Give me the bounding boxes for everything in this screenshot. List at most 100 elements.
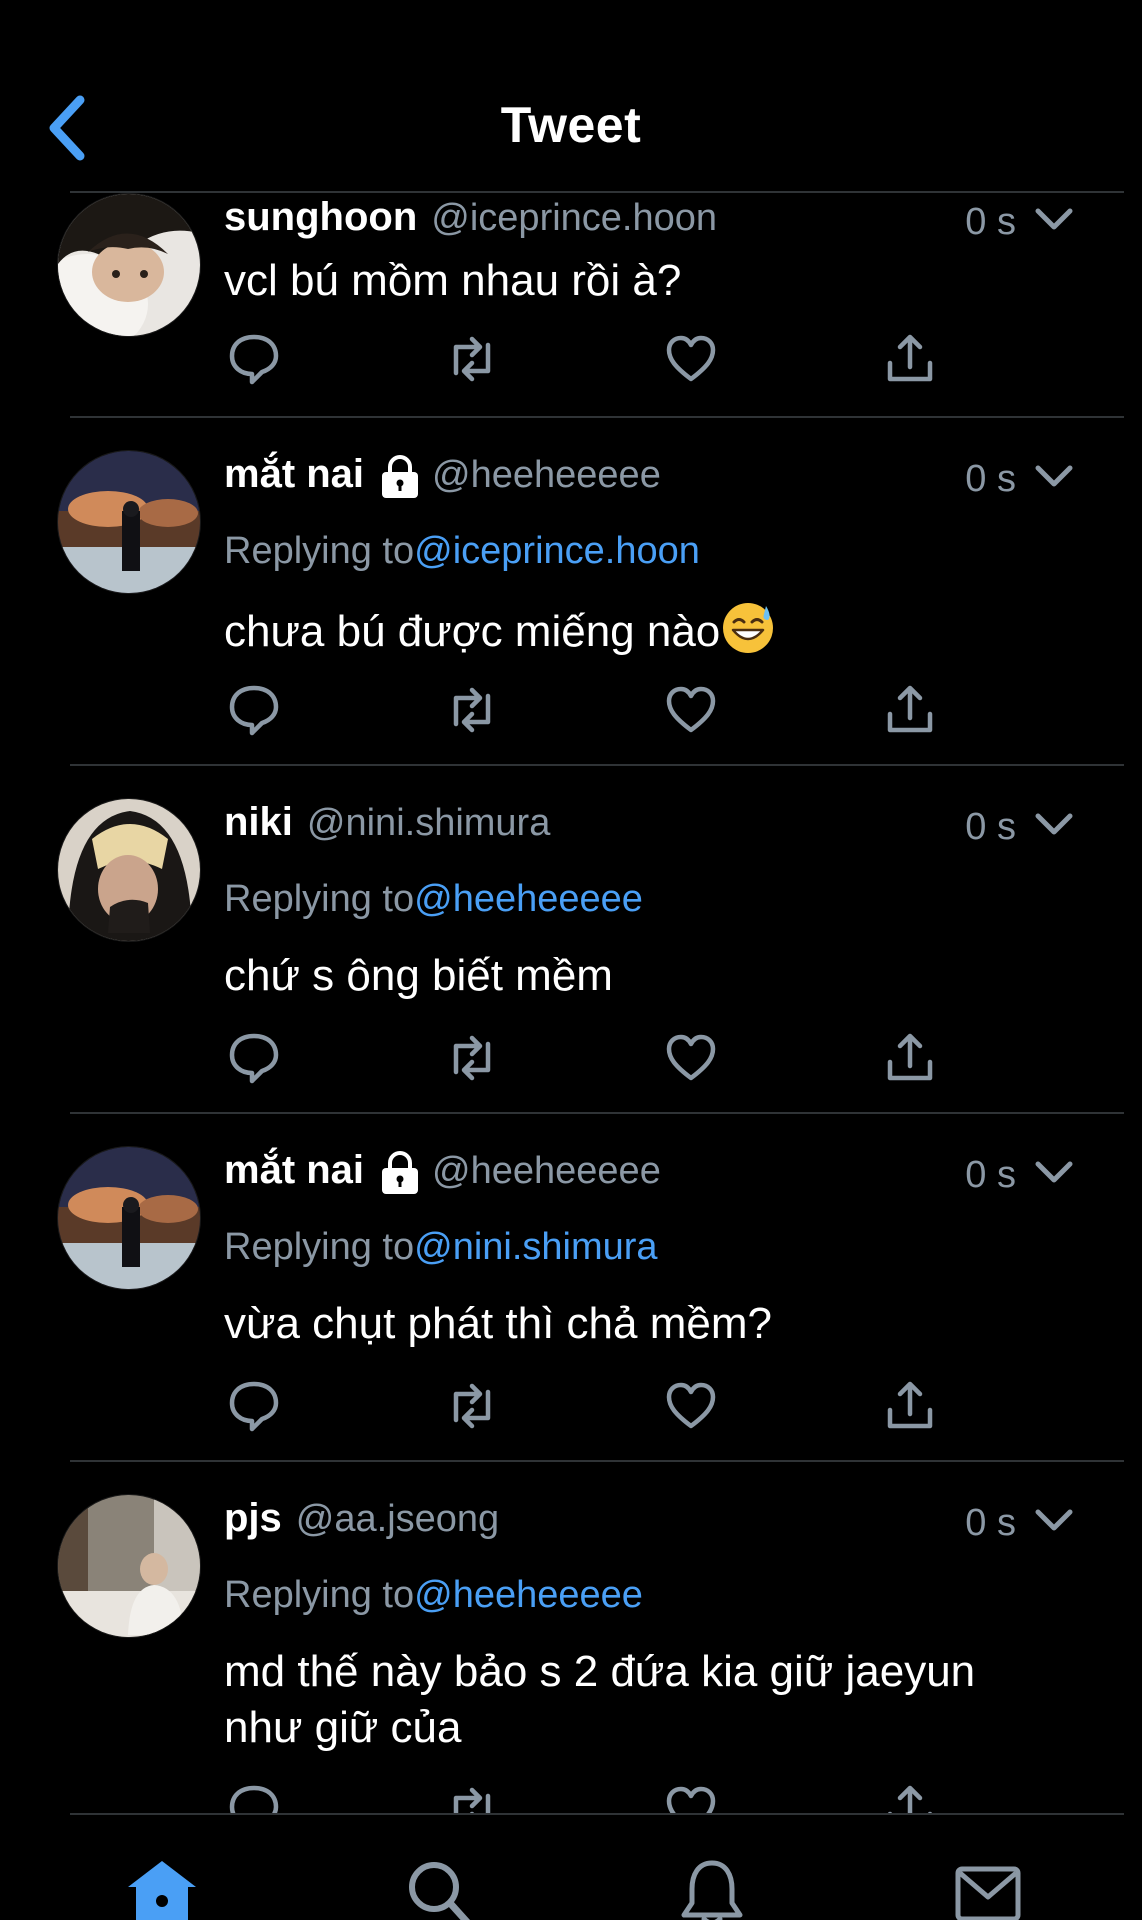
share-button[interactable] — [880, 1028, 940, 1088]
like-button[interactable] — [661, 1376, 721, 1436]
timestamp: 0 s — [965, 1502, 1016, 1544]
user-handle[interactable]: @heeheeeee — [432, 1150, 661, 1193]
user-handle[interactable]: @nini.shimura — [307, 802, 550, 845]
tweet-text-content: vừa chụt phát thì chả mềm? — [224, 1299, 772, 1348]
bell-icon — [681, 1860, 743, 1920]
tweet-header: mắt nai @heeheeeee — [224, 1148, 661, 1198]
share-icon — [887, 685, 933, 733]
tab-home[interactable] — [122, 1857, 202, 1920]
retweet-icon — [453, 1035, 491, 1081]
tweet-menu-button[interactable] — [1030, 199, 1078, 239]
reply-button[interactable] — [224, 680, 284, 740]
share-button[interactable] — [880, 680, 940, 740]
lock-icon — [378, 455, 422, 499]
replying-to-link[interactable]: @iceprince.hoon — [414, 530, 700, 572]
tweet-text: vcl bú mồm nhau rồi à? — [224, 253, 1104, 309]
user-handle[interactable]: @iceprince.hoon — [431, 197, 717, 240]
replying-to-line: Replying to@nini.shimura — [224, 1226, 658, 1269]
retweet-icon — [453, 687, 491, 733]
tweet-actions — [224, 329, 964, 389]
top-nav-bar: Tweet — [0, 0, 1142, 193]
reply-button[interactable] — [224, 329, 284, 389]
like-button[interactable] — [661, 1780, 721, 1813]
tweet-actions — [224, 1028, 964, 1088]
like-button[interactable] — [661, 680, 721, 740]
share-button[interactable] — [880, 1780, 940, 1813]
reply-button[interactable] — [224, 1376, 284, 1436]
reply-bubble-icon — [229, 1785, 279, 1813]
chevron-down-icon — [1035, 1509, 1073, 1531]
retweet-button[interactable] — [442, 1780, 502, 1813]
tweet-item[interactable]: mắt nai @heeheeeee 0 s Replying to@icepr… — [0, 418, 1142, 766]
avatar[interactable] — [57, 798, 201, 942]
tweet-menu-button[interactable] — [1030, 1500, 1078, 1540]
retweet-button[interactable] — [442, 680, 502, 740]
user-handle[interactable]: @aa.jseong — [296, 1498, 499, 1541]
replying-to-label: Replying to — [224, 530, 415, 572]
like-button[interactable] — [661, 1028, 721, 1088]
reply-button[interactable] — [224, 1028, 284, 1088]
timestamp: 0 s — [965, 806, 1016, 848]
share-button[interactable] — [880, 329, 940, 389]
sweat-smile-emoji — [720, 600, 776, 656]
tweet-list[interactable]: sunghoon @iceprince.hoon 0 s vcl bú mồm … — [0, 193, 1142, 1813]
display-name[interactable]: niki — [224, 800, 293, 845]
share-icon — [887, 1381, 933, 1429]
replying-to-line: Replying to@heeheeeee — [224, 878, 643, 921]
tweet-header: niki @nini.shimura — [224, 800, 550, 850]
reply-bubble-icon — [229, 685, 279, 736]
share-icon — [887, 1033, 933, 1081]
like-button[interactable] — [661, 329, 721, 389]
chevron-down-icon — [1035, 465, 1073, 487]
timestamp: 0 s — [965, 201, 1016, 243]
tweet-text-line-1: md thế này bảo s 2 đứa kia giữ jaeyun — [224, 1647, 976, 1696]
avatar-photo — [58, 1495, 200, 1637]
avatar-photo — [58, 1147, 200, 1289]
mail-icon — [955, 1866, 1021, 1920]
home-icon — [128, 1861, 196, 1920]
tweet-text-content: chưa bú được miếng nào — [224, 607, 721, 656]
tweet-text: vừa chụt phát thì chả mềm? — [224, 1296, 1104, 1352]
avatar[interactable] — [57, 450, 201, 594]
heart-icon — [666, 686, 716, 733]
replying-to-link[interactable]: @heeheeeee — [414, 1574, 643, 1616]
tweet-menu-button[interactable] — [1030, 1152, 1078, 1192]
retweet-button[interactable] — [442, 329, 502, 389]
avatar-photo — [58, 799, 200, 941]
avatar-photo — [58, 194, 200, 336]
avatar[interactable] — [57, 1494, 201, 1638]
share-button[interactable] — [880, 1376, 940, 1436]
tweet-header: pjs @aa.jseong — [224, 1496, 499, 1546]
page-title: Tweet — [500, 97, 642, 153]
tweet-item[interactable]: sunghoon @iceprince.hoon 0 s vcl bú mồm … — [0, 193, 1142, 418]
tweet-menu-button[interactable] — [1030, 456, 1078, 496]
tweet-text-line-2: như giữ của — [224, 1703, 462, 1752]
chevron-down-icon — [1035, 1161, 1073, 1183]
display-name[interactable]: pjs — [224, 1496, 282, 1541]
avatar[interactable] — [57, 1146, 201, 1290]
search-icon — [409, 1862, 471, 1920]
tweet-item[interactable]: pjs @aa.jseong 0 s Replying to@heeheeeee… — [0, 1462, 1142, 1813]
share-icon — [887, 334, 933, 382]
display-name[interactable]: sunghoon — [224, 195, 417, 240]
tab-messages[interactable] — [948, 1857, 1028, 1920]
display-name[interactable]: mắt nai — [224, 1148, 364, 1193]
tab-notifications[interactable] — [672, 1857, 752, 1920]
tweet-menu-button[interactable] — [1030, 804, 1078, 844]
tweet-text-content: vcl bú mồm nhau rồi à? — [224, 256, 682, 305]
retweet-button[interactable] — [442, 1376, 502, 1436]
reply-button[interactable] — [224, 1780, 284, 1813]
replying-to-label: Replying to — [224, 1226, 415, 1268]
tab-search[interactable] — [400, 1857, 480, 1920]
display-name[interactable]: mắt nai — [224, 452, 364, 497]
user-handle[interactable]: @heeheeeee — [432, 454, 661, 497]
replying-to-link[interactable]: @heeheeeee — [414, 878, 643, 920]
tweet-item[interactable]: niki @nini.shimura 0 s Replying to@heehe… — [0, 766, 1142, 1114]
tweet-item[interactable]: mắt nai @heeheeeee 0 s Replying to@nini.… — [0, 1114, 1142, 1462]
avatar[interactable] — [57, 193, 201, 337]
replying-to-link[interactable]: @nini.shimura — [414, 1226, 657, 1268]
retweet-button[interactable] — [442, 1028, 502, 1088]
heart-icon — [666, 1382, 716, 1429]
reply-bubble-icon — [229, 1381, 279, 1432]
tweet-text: chưa bú được miếng nào — [224, 600, 1104, 660]
